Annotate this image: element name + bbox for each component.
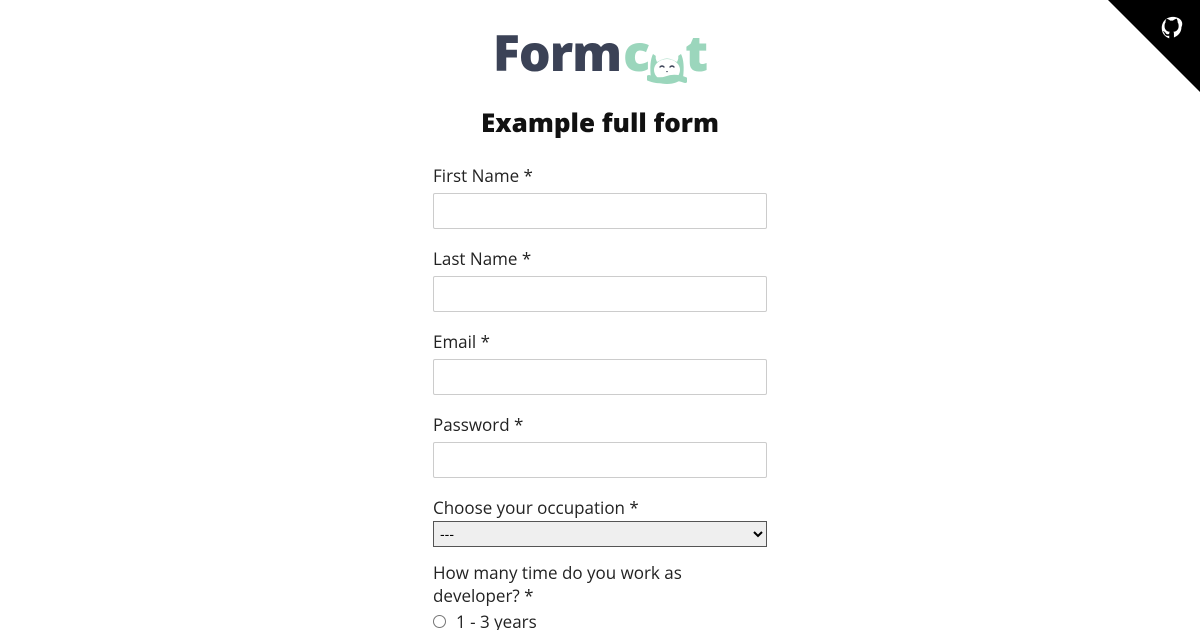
logo-text-cat: c t: [623, 18, 707, 86]
page-title: Example full form: [481, 104, 719, 140]
password-input[interactable]: [433, 442, 767, 478]
experience-option-label: 1 - 3 years: [456, 610, 537, 630]
occupation-select[interactable]: ---: [433, 521, 767, 547]
cat-icon: [647, 33, 687, 71]
logo-text-form: Form: [493, 18, 621, 86]
email-input[interactable]: [433, 359, 767, 395]
github-cat-icon: [1158, 14, 1188, 44]
logo-letter-c: c: [623, 18, 649, 86]
brand-logo: Form c t: [493, 18, 707, 86]
first-name-input[interactable]: [433, 193, 767, 229]
example-form: First Name * Last Name * Email * Passwor…: [433, 164, 767, 630]
experience-label: How many time do you work as developer? …: [433, 561, 767, 607]
experience-option-row: 1 - 3 years: [433, 609, 767, 630]
first-name-label: First Name *: [433, 164, 767, 187]
logo-letter-t: t: [685, 18, 707, 86]
last-name-label: Last Name *: [433, 247, 767, 270]
password-label: Password *: [433, 413, 767, 436]
email-label: Email *: [433, 330, 767, 353]
last-name-input[interactable]: [433, 276, 767, 312]
occupation-label: Choose your occupation *: [433, 496, 767, 519]
experience-radio-1-3[interactable]: [433, 615, 446, 628]
